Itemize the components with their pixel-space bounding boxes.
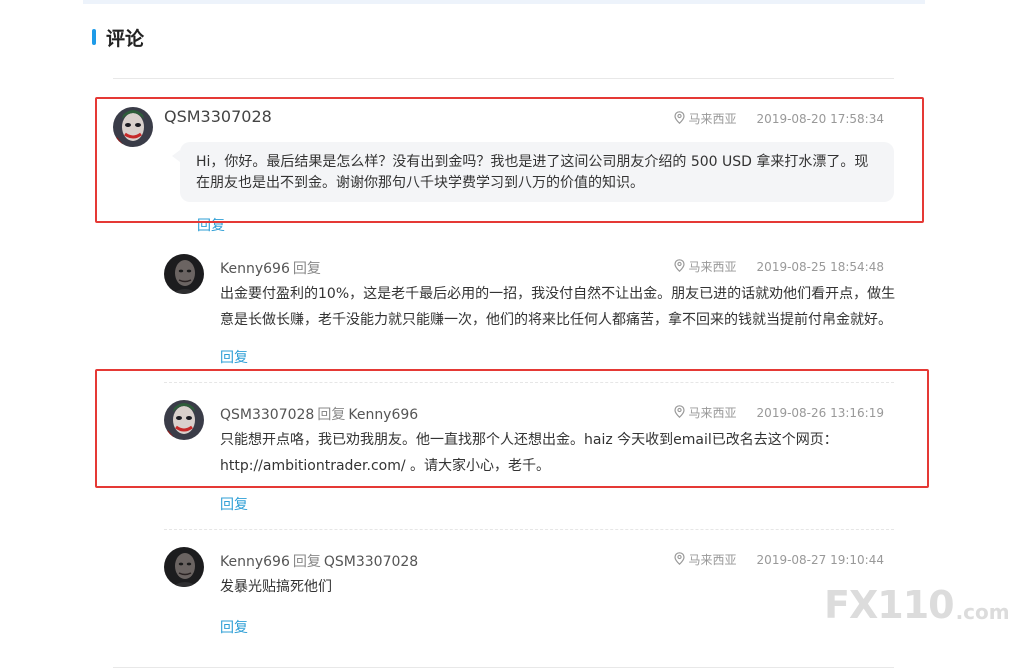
reply-button[interactable]: 回复 (220, 617, 248, 637)
reply-target-username[interactable]: QSM3307028 (324, 554, 418, 570)
divider (113, 667, 894, 668)
reply-connector: 回复 (292, 554, 321, 570)
avatar-portrait-image (164, 254, 204, 294)
location-pin-icon (673, 258, 685, 275)
avatar[interactable] (164, 254, 204, 294)
top-bar (83, 0, 925, 4)
highlight-box (95, 369, 929, 488)
reply-text: 出金要付盈利的10%，这是老千最后必用的一招，我没付自然不让出金。朋友已进的话就… (220, 286, 896, 328)
reply-username[interactable]: Kenny696 (220, 261, 290, 277)
reply-connector: 回复 (292, 261, 321, 277)
section-header: 评论 (92, 24, 144, 50)
avatar-portrait-image (164, 547, 204, 587)
location-label: 马来西亚 (688, 260, 737, 274)
timestamp: 2019-08-25 18:54:48 (756, 259, 884, 274)
timestamp: 2019-08-27 19:10:44 (756, 552, 884, 567)
watermark-suffix: .com (955, 600, 1010, 624)
section-title: 评论 (106, 27, 145, 50)
location-label: 马来西亚 (688, 553, 737, 567)
reply-username[interactable]: Kenny696 (220, 554, 290, 570)
divider (113, 78, 894, 79)
title-accent-bar (92, 29, 96, 45)
reply-button[interactable]: 回复 (220, 347, 248, 367)
avatar[interactable] (164, 547, 204, 587)
highlight-box (95, 97, 924, 223)
reply-text: 发暴光贴搞死他们 (220, 579, 332, 595)
reply-button[interactable]: 回复 (220, 494, 248, 514)
location-pin-icon (673, 551, 685, 568)
watermark-logo: FX110 .com (824, 586, 1010, 624)
divider (164, 529, 894, 530)
reply-meta: 马来西亚 2019-08-27 19:10:44 (673, 551, 884, 568)
watermark-text: FX110 (824, 583, 955, 627)
reply-meta: 马来西亚 2019-08-25 18:54:48 (673, 258, 884, 275)
